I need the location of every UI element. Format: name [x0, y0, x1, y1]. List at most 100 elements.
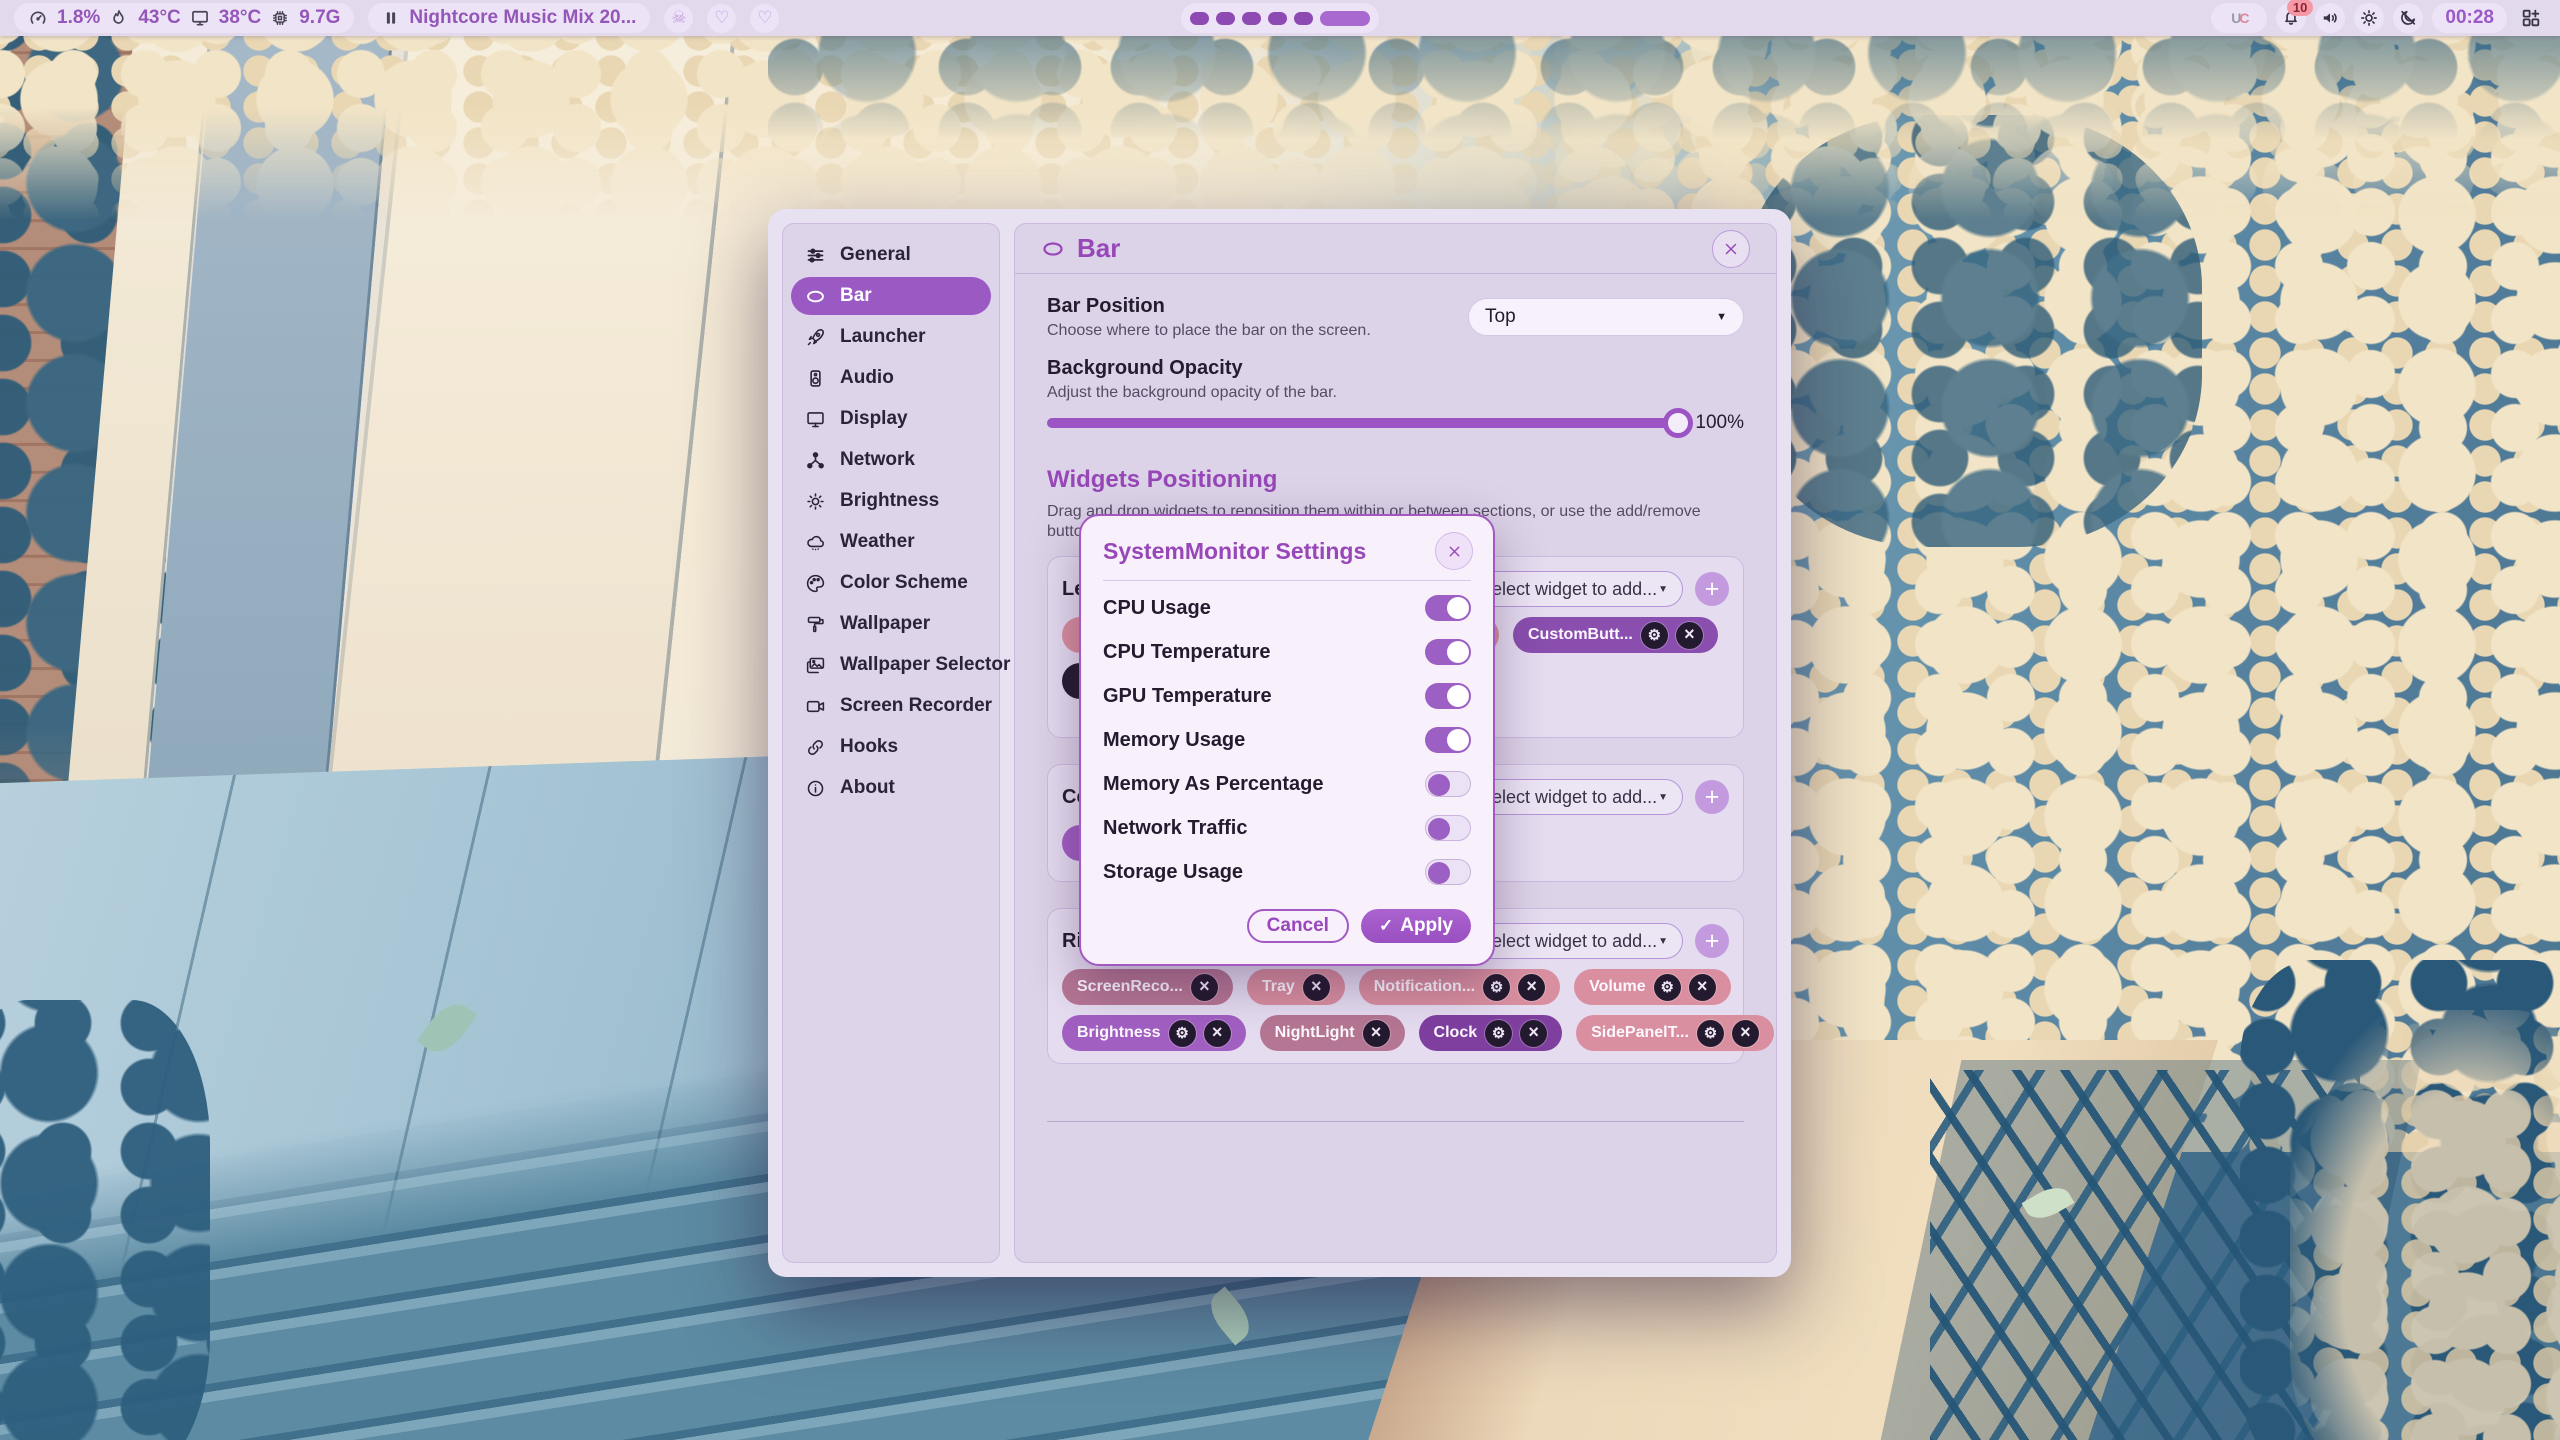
widget-settings-button[interactable] [1641, 622, 1668, 649]
sidebar-item-launcher[interactable]: Launcher [791, 318, 991, 356]
storage-usage-toggle[interactable] [1425, 859, 1471, 885]
sidebar-item-label: Launcher [840, 326, 926, 348]
sidebar-item-label: About [840, 777, 895, 799]
opacity-slider-thumb[interactable] [1663, 408, 1693, 438]
sidebar-item-hooks[interactable]: Hooks [791, 728, 991, 766]
widget-settings-button[interactable] [1654, 974, 1681, 1001]
add-widget-dropdown[interactable]: Select widget to add... [1465, 779, 1683, 815]
workspace-active-pill[interactable] [1320, 11, 1370, 26]
widget-remove-button[interactable] [1303, 974, 1330, 1001]
widget-remove-button[interactable] [1732, 1020, 1759, 1047]
workspace-dot[interactable] [1216, 12, 1235, 25]
close-icon [1526, 977, 1537, 997]
widget-chip-nightlight[interactable]: NightLight [1260, 1015, 1405, 1051]
bar-position-setting: Bar Position Choose where to place the b… [1047, 294, 1744, 340]
chevron-down-icon [1658, 584, 1668, 595]
apply-button[interactable]: Apply [1361, 909, 1471, 943]
widget-settings-button[interactable] [1483, 974, 1510, 1001]
workspace-dot[interactable] [1294, 12, 1313, 25]
clock[interactable]: 00:28 [2432, 3, 2507, 33]
add-widget-button[interactable] [1695, 780, 1729, 814]
widget-chip-brightness[interactable]: Brightness [1062, 1015, 1246, 1051]
widget-chip-volume[interactable]: Volume [1574, 969, 1731, 1005]
notifications-button[interactable]: 10 [2276, 3, 2306, 33]
workspace-indicator[interactable] [1181, 3, 1379, 33]
workspace-dot[interactable] [1242, 12, 1261, 25]
widget-remove-button[interactable] [1518, 974, 1545, 1001]
desktop: 1.8% 43°C 38°C 9.7G Nightcore Music Mix … [0, 0, 2560, 1440]
gpu-temperature-toggle[interactable] [1425, 683, 1471, 709]
night-light-button[interactable] [2393, 3, 2423, 33]
widget-chip-screenrecorder[interactable]: ScreenReco... [1062, 969, 1233, 1005]
brightness-button[interactable] [2354, 3, 2384, 33]
memory-usage-toggle[interactable] [1425, 727, 1471, 753]
apply-button-label: Apply [1400, 915, 1453, 937]
gear-icon [1175, 1024, 1188, 1043]
volume-button[interactable] [2315, 3, 2345, 33]
widget-remove-button[interactable] [1676, 622, 1703, 649]
bar-position-dropdown[interactable]: Top [1468, 298, 1744, 336]
sidebar-item-label: Hooks [840, 736, 898, 758]
sidebar-item-color-scheme[interactable]: Color Scheme [791, 564, 991, 602]
sidebar-item-weather[interactable]: Weather [791, 523, 991, 561]
opacity-slider[interactable] [1047, 418, 1679, 428]
sidebar-item-wallpaper-selector[interactable]: Wallpaper Selector [791, 646, 991, 684]
cancel-button[interactable]: Cancel [1247, 909, 1349, 943]
network-traffic-toggle[interactable] [1425, 815, 1471, 841]
tray-app-button[interactable]: UC [2211, 3, 2267, 33]
uc-tray-icon: UC [2231, 10, 2247, 26]
workspace-dot[interactable] [1268, 12, 1287, 25]
sidebar-item-about[interactable]: About [791, 769, 991, 807]
sidebar-item-brightness[interactable]: Brightness [791, 482, 991, 520]
cpu-usage-toggle[interactable] [1425, 595, 1471, 621]
widget-chip-notifications[interactable]: Notification... [1359, 969, 1560, 1005]
sidebar-item-audio[interactable]: Audio [791, 359, 991, 397]
cpu-temperature-toggle[interactable] [1425, 639, 1471, 665]
oval-icon [805, 286, 826, 307]
close-icon [1684, 625, 1695, 645]
sidebar-item-bar[interactable]: Bar [791, 277, 991, 315]
heart-button[interactable] [750, 4, 779, 33]
dialog-close-button[interactable] [1435, 532, 1473, 570]
overview-button[interactable] [2516, 3, 2546, 33]
widget-chip-custombutton[interactable]: CustomButt... [1513, 617, 1718, 653]
workspace-dot[interactable] [1190, 12, 1209, 25]
add-widget-dropdown[interactable]: Select widget to add... [1465, 923, 1683, 959]
heart-button[interactable] [707, 4, 736, 33]
flame-icon [109, 8, 129, 28]
skull-button[interactable] [664, 4, 693, 33]
sidebar-item-screen-recorder[interactable]: Screen Recorder [791, 687, 991, 725]
widget-remove-button[interactable] [1363, 1020, 1390, 1047]
info-icon [805, 778, 826, 799]
widget-chip-row: Brightness NightLight Clock [1062, 1015, 1729, 1051]
widget-remove-button[interactable] [1520, 1020, 1547, 1047]
memory-as-percentage-toggle[interactable] [1425, 771, 1471, 797]
sidebar-item-wallpaper[interactable]: Wallpaper [791, 605, 991, 643]
system-stats-pill[interactable]: 1.8% 43°C 38°C 9.7G [14, 3, 354, 33]
widget-settings-button[interactable] [1169, 1020, 1196, 1047]
widget-remove-button[interactable] [1689, 974, 1716, 1001]
widget-chip-clock[interactable]: Clock [1419, 1015, 1563, 1051]
sidebar-item-general[interactable]: General [791, 236, 991, 274]
pause-icon [382, 9, 400, 27]
media-player-pill[interactable]: Nightcore Music Mix 20... [368, 3, 650, 33]
window-close-button[interactable] [1712, 230, 1750, 268]
sidebar-item-display[interactable]: Display [791, 400, 991, 438]
add-widget-dropdown[interactable]: Select widget to add... [1465, 571, 1683, 607]
widget-chip-sidepanel[interactable]: SidePanelT... [1576, 1015, 1774, 1051]
widget-remove-button[interactable] [1204, 1020, 1231, 1047]
sidebar-item-network[interactable]: Network [791, 441, 991, 479]
settings-window: General Bar Launcher Audio Display Netwo… [768, 209, 1791, 1277]
widget-chip-tray[interactable]: Tray [1247, 969, 1345, 1005]
add-widget-button[interactable] [1695, 572, 1729, 606]
close-icon [1371, 1023, 1382, 1043]
add-widget-button[interactable] [1695, 924, 1729, 958]
background-opacity-description: Adjust the background opacity of the bar… [1047, 383, 1744, 402]
topbar-right-cluster: UC 10 00:28 [2211, 3, 2546, 33]
widget-settings-button[interactable] [1485, 1020, 1512, 1047]
widget-settings-button[interactable] [1697, 1020, 1724, 1047]
toggle-knob [1428, 818, 1450, 840]
speaker-icon [2320, 8, 2340, 28]
settings-sidebar: General Bar Launcher Audio Display Netwo… [782, 223, 1000, 1263]
widget-remove-button[interactable] [1191, 974, 1218, 1001]
